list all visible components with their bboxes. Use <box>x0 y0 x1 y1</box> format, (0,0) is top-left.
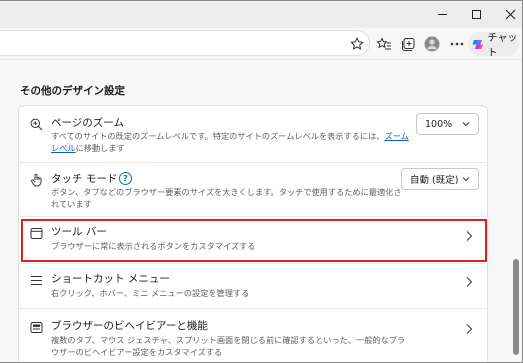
setting-row-page-zoom: ページのズーム すべてのサイトの既定のズームレベルです。特定のサイトのズームレベ… <box>19 106 489 162</box>
browser-behavior-title: ブラウザーのビヘイビアーと機能 <box>51 320 208 332</box>
toolbar-icon <box>29 226 43 240</box>
zoom-select[interactable]: 100% <box>416 113 479 135</box>
browser-window: チャット その他のデザイン設定 ページのズーム すべてのサイトの既定のズームレベ… <box>0 0 523 363</box>
close-icon <box>505 9 515 20</box>
zoom-title: ページのズーム <box>51 117 124 129</box>
touch-icon <box>29 173 43 187</box>
setting-row-toolbar[interactable]: ツール バー ブラウザーに常に表示されるボタンをカスタマイズする <box>19 217 489 263</box>
setting-row-touch-mode: タッチ モード ? ボタン、タブなどのブラウザー要素のサイズを大きくします。タッ… <box>19 163 489 216</box>
setting-row-browser-behavior[interactable]: ブラウザーのビヘイビアーと機能 複数のタブ、マウス ジェスチャ、スプリット画面を… <box>19 309 489 362</box>
shortcut-menu-description: 右クリック、ホバー、ミニ メニューの設定を管理する <box>51 288 250 298</box>
chevron-down-icon <box>462 177 470 182</box>
toolbar-description: ブラウザーに常に表示されるボタンをカスタマイズする <box>51 241 256 251</box>
zoom-desc-prefix: すべてのサイトの既定のズームレベルです。特定のサイトのズームレベルを表示するには… <box>51 131 385 141</box>
ellipsis-icon <box>450 42 464 46</box>
browser-behavior-description: 複数のタブ、マウス ジェスチャ、スプリット画面を閉じる前に確認するといった、一般… <box>51 335 406 357</box>
profile-button[interactable] <box>422 34 442 54</box>
avatar-icon <box>424 36 440 52</box>
section-title: その他のデザイン設定 <box>20 85 125 97</box>
zoom-description: すべてのサイトの既定のズームレベルです。特定のサイトのズームレベルを表示するには… <box>51 130 411 154</box>
more-options-button[interactable] <box>447 34 467 54</box>
browser-behavior-icon <box>29 320 43 334</box>
zoom-value: 100% <box>425 118 453 130</box>
copilot-chat-button[interactable]: チャット <box>468 32 519 59</box>
touch-mode-value: 自動 (既定) <box>410 175 459 186</box>
favorites-icon <box>376 37 391 50</box>
minimize-icon <box>437 14 447 15</box>
menu-icon <box>29 273 43 287</box>
collections-button[interactable] <box>398 34 418 54</box>
touch-title: タッチ モード <box>51 173 118 185</box>
favorite-star-button[interactable] <box>347 34 367 54</box>
title-bar <box>0 1 522 28</box>
setting-row-shortcut-menu[interactable]: ショートカット メニュー 右クリック、ホバー、ミニ メニューの設定を管理する <box>19 264 489 308</box>
minimize-button[interactable] <box>425 1 459 28</box>
maximize-icon <box>471 10 481 19</box>
settings-card: ページのズーム すべてのサイトの既定のズームレベルです。特定のサイトのズームレベ… <box>18 105 489 362</box>
chevron-right-icon <box>466 277 473 287</box>
address-bar[interactable] <box>0 30 370 56</box>
touch-mode-select[interactable]: 自動 (既定) <box>401 168 479 190</box>
scrollbar-thumb[interactable] <box>513 259 519 355</box>
browser-toolbar: チャット <box>0 28 522 60</box>
favorites-button[interactable] <box>374 34 394 54</box>
copilot-icon <box>472 39 483 49</box>
zoom-icon <box>29 117 43 131</box>
help-icon[interactable]: ? <box>119 172 132 185</box>
chevron-right-icon <box>466 231 473 241</box>
maximize-button[interactable] <box>459 1 493 28</box>
touch-description: ボタン、タブなどのブラウザー要素のサイズを大きくします。タッチで使用するために最… <box>51 187 402 209</box>
shortcut-menu-title: ショートカット メニュー <box>51 273 170 285</box>
chat-label: チャット <box>487 33 518 59</box>
toolbar-title: ツール バー <box>51 226 107 238</box>
star-icon <box>350 37 364 50</box>
zoom-desc-suffix: に移動します <box>75 143 125 153</box>
settings-content: その他のデザイン設定 ページのズーム すべてのサイトの既定のズームレベルです。特… <box>0 61 509 362</box>
chevron-right-icon <box>466 324 473 334</box>
chevron-down-icon <box>462 122 470 127</box>
close-button[interactable] <box>493 1 522 28</box>
collections-icon <box>401 37 414 51</box>
